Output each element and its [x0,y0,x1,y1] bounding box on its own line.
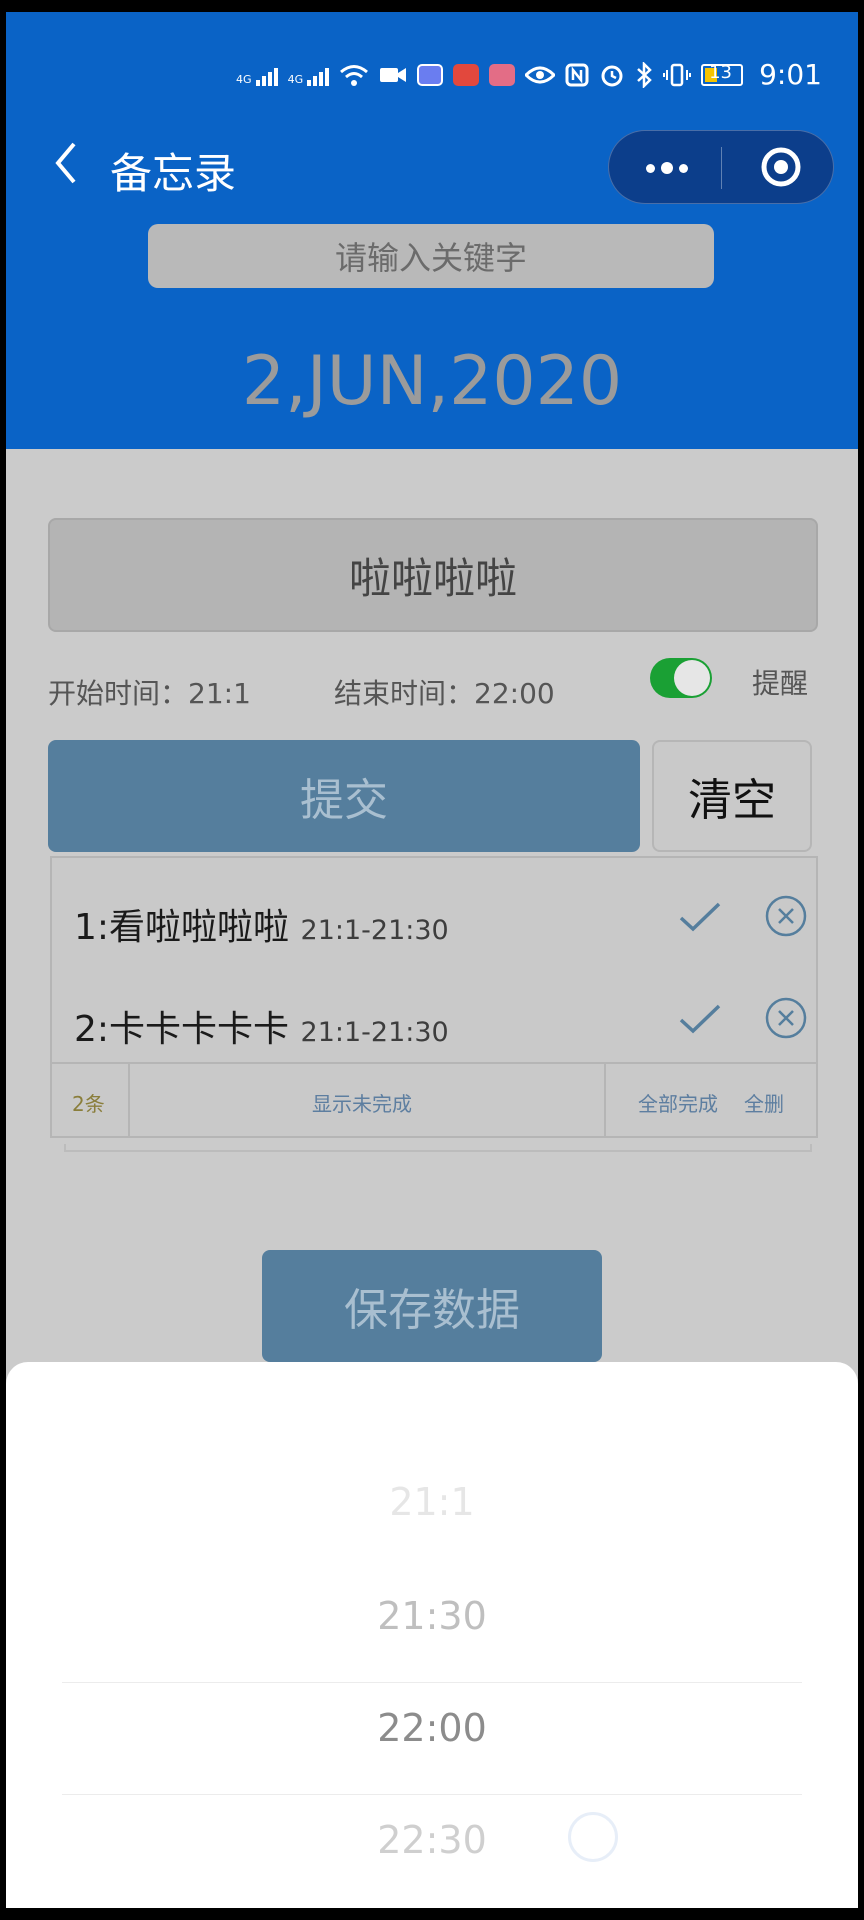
touch-indicator-icon [568,1812,618,1862]
network-4g-2-icon: 4G [288,64,330,86]
status-bar: 4G 4G 13 9:01 [6,12,858,91]
delete-circle-icon[interactable] [764,894,808,938]
checkmark-icon[interactable] [678,900,722,934]
network-type-label: 4G [236,72,252,86]
time-range-row: 开始时间：21:1 结束时间：22:00 [48,672,555,712]
music-app-icon [417,63,444,86]
picker-option-selected[interactable]: 22:00 [6,1706,858,1750]
clock: 9:01 [759,58,822,91]
bluetooth-icon [637,61,652,88]
alarm-icon [601,65,623,86]
end-time-picker[interactable]: 结束时间：22:00 [334,672,555,712]
more-options-icon[interactable] [637,151,697,185]
show-incomplete-button[interactable]: 显示未完成 [312,1088,412,1117]
wifi-icon [340,64,369,86]
selection-line-bottom [62,1794,802,1795]
submit-button[interactable]: 提交 [48,740,640,852]
delete-all-button[interactable]: 全删 [744,1088,784,1117]
search-input[interactable]: 请输入关键字 [148,224,714,288]
divider [604,1064,606,1138]
list-item[interactable]: 1:看啦啦啦啦 21:1-21:30 [74,892,807,952]
end-time-label: 结束时间： [334,677,475,710]
close-mini-program-icon[interactable] [759,145,803,189]
date-display: 2,JUN,2020 [241,342,623,421]
reminder-label: 提醒 [752,667,809,700]
delete-circle-icon[interactable] [764,996,808,1040]
todo-text: 1:看啦啦啦啦 21:1-21:30 [74,907,449,948]
message-app-icon [489,63,516,86]
picker-option[interactable]: 21:30 [6,1594,858,1638]
mini-program-capsule [608,130,834,204]
video-camera-icon [380,67,407,82]
network-4g-1-icon: 4G [236,64,278,86]
network-type-label: 4G [287,72,304,86]
signal-bars-1-icon [255,64,278,86]
book-app-icon [453,63,480,86]
page-title: 备忘录 [110,149,237,198]
end-time-value: 22:00 [474,677,555,710]
save-data-button[interactable]: 保存数据 [262,1250,602,1362]
start-time-label: 开始时间： [48,677,189,710]
list-footer: 2条 显示未完成 全部完成 全删 [52,1062,816,1138]
start-time-value: 21:1 [188,677,251,710]
picker-option[interactable]: 22:30 [6,1818,858,1862]
vibrate-icon [663,63,692,86]
nfc-icon [565,63,589,86]
start-time-picker[interactable]: 开始时间：21:1 [48,677,251,710]
checkmark-icon[interactable] [678,1002,722,1036]
header: 4G 4G 13 9:01 备忘录 请输入关键字 2,JUN,2020 [6,12,858,449]
app-screen: 4G 4G 13 9:01 备忘录 请输入关键字 2,JUN,2020 啦啦啦啦… [6,12,858,1908]
clear-button[interactable]: 清空 [652,740,812,852]
capsule-divider [721,147,722,189]
picker-option[interactable]: 21:1 [6,1480,858,1524]
todo-list: 1:看啦啦啦啦 21:1-21:30 2:卡卡卡卡卡 21:1-21:30 2条… [50,856,818,1152]
reminder-toggle[interactable] [650,658,712,698]
complete-all-button[interactable]: 全部完成 [638,1088,718,1117]
navigation-bar: 备忘录 [6,130,858,210]
battery-level: 13 [709,61,733,83]
eye-icon [525,66,556,83]
list-stack-edge [64,1144,812,1152]
item-count: 2条 [72,1092,105,1116]
battery-icon: 13 [701,61,744,86]
time-picker-sheet: 21:1 21:30 22:00 22:30 [6,1362,858,1908]
selection-line-top [62,1682,802,1683]
toggle-knob [674,660,710,696]
todo-text: 2:卡卡卡卡卡 21:1-21:30 [74,1009,449,1050]
back-arrow-icon[interactable] [48,138,88,188]
list-item[interactable]: 2:卡卡卡卡卡 21:1-21:30 [74,994,807,1054]
divider [128,1064,130,1138]
signal-bars-2-icon [307,64,330,86]
task-name-input[interactable]: 啦啦啦啦 [48,518,818,632]
